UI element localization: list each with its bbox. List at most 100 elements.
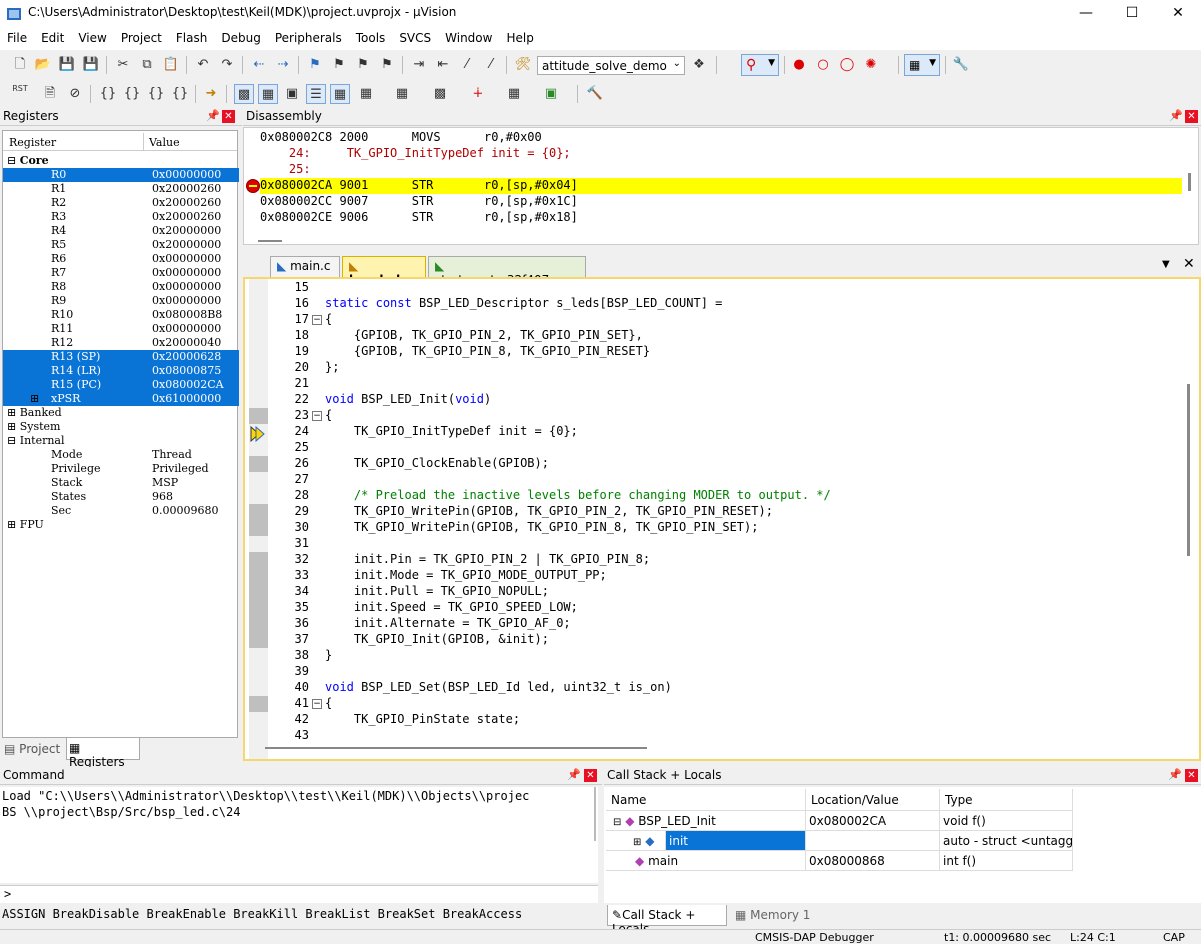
menu-debug[interactable]: Debug — [214, 28, 267, 45]
tree-internal[interactable]: ⊟ Internal — [7, 434, 65, 448]
close-icon[interactable]: ✕ — [1185, 769, 1198, 782]
code-line[interactable]: init.Pin = TK_GPIO_PIN_2 | TK_GPIO_PIN_8… — [325, 552, 1201, 568]
code-line[interactable]: {GPIOB, TK_GPIO_PIN_8, TK_GPIO_PIN_RESET… — [325, 344, 1201, 360]
disassembly-line[interactable]: 0x080002CE 9006 STR r0,[sp,#0x18] — [260, 210, 1198, 226]
menu-file[interactable]: File — [0, 28, 34, 45]
code-line[interactable]: { — [325, 696, 1201, 712]
register-row[interactable]: R7 0x00000000 — [3, 266, 239, 280]
disassembly-line[interactable]: 25: — [260, 162, 1198, 178]
pin-icon[interactable]: 📌 — [567, 768, 581, 781]
tree-banked[interactable]: ⊞ Banked — [7, 406, 62, 420]
register-value[interactable]: 0x20000628 — [152, 350, 221, 363]
tab-startup-s[interactable]: ◣ startup_stm32f407xx.s — [428, 256, 586, 287]
disassembly-line[interactable]: 0x080002CA 9001 STR r0,[sp,#0x04] — [260, 178, 1182, 194]
breakpoint-disable-all-icon[interactable]: ◯ — [837, 55, 857, 75]
code-line[interactable] — [325, 440, 1201, 456]
pin-icon[interactable]: 📌 — [1168, 768, 1182, 781]
code-line[interactable]: TK_GPIO_ClockEnable(GPIOB); — [325, 456, 1201, 472]
expand-icon[interactable]: ⊞ — [7, 406, 16, 419]
memory-window-icon[interactable]: ▦ — [392, 84, 412, 104]
save-all-icon[interactable]: 💾 — [81, 55, 101, 75]
code-line[interactable]: { — [325, 408, 1201, 424]
bookmark-icon[interactable]: ⚑ — [305, 55, 325, 75]
breakpoint-insert-icon[interactable]: ● — [789, 55, 809, 75]
target-select[interactable]: attitude_solve_demo ⌄ — [537, 56, 685, 75]
editor-scrollbar[interactable] — [1187, 384, 1190, 556]
menu-flash[interactable]: Flash — [169, 28, 214, 45]
tree-fpu[interactable]: ⊞ FPU — [7, 518, 44, 532]
register-row[interactable]: R4 0x20000000 — [3, 224, 239, 238]
comment-icon[interactable]: ⁄ — [457, 55, 477, 75]
editor-hscrollbar[interactable] — [265, 747, 647, 749]
undo-icon[interactable]: ↶ — [193, 55, 213, 75]
collapse-icon[interactable]: ⊟ — [7, 434, 16, 447]
tree-system[interactable]: ⊞ System — [7, 420, 60, 434]
code-line[interactable]: static const BSP_LED_Descriptor s_leds[B… — [325, 296, 1201, 312]
register-value[interactable]: 0x00000000 — [152, 294, 221, 307]
tab-bsp-led-c[interactable]: ◣ bsp_led.c — [342, 256, 426, 287]
close-editor-icon[interactable]: ✕ — [1183, 256, 1195, 272]
copy-icon[interactable]: ⧉ — [137, 55, 157, 75]
register-row[interactable]: R15 (PC) 0x080002CA — [3, 378, 239, 392]
register-value[interactable]: 0x00000000 — [152, 266, 221, 279]
register-value[interactable]: 0x080002CA — [152, 378, 224, 391]
callstack-row-name-selected[interactable]: init — [666, 831, 806, 851]
serial-window-icon[interactable]: ▩ — [430, 84, 450, 104]
register-value[interactable]: 0x20000040 — [152, 336, 221, 349]
disassembly-line[interactable]: 0x080002CC 9007 STR r0,[sp,#0x1C] — [260, 194, 1198, 210]
close-icon[interactable]: ✕ — [222, 110, 235, 123]
code-editor[interactable]: 15 16 static const BSP_LED_Descriptor s_le… — [243, 277, 1201, 761]
register-value[interactable]: 0x00000000 — [152, 168, 221, 181]
code-line[interactable]: init.Mode = TK_GPIO_MODE_OUTPUT_PP; — [325, 568, 1201, 584]
close-icon[interactable]: ✕ — [1185, 110, 1198, 123]
minimize-button[interactable]: — — [1063, 0, 1109, 28]
menu-edit[interactable]: Edit — [34, 28, 71, 45]
step-icon[interactable]: {} — [98, 84, 118, 104]
collapse-icon[interactable]: ⊟ — [7, 154, 16, 167]
register-value[interactable]: 0x20000260 — [152, 182, 221, 195]
register-value[interactable]: 0x08000875 — [152, 364, 221, 377]
bookmark-clear-icon[interactable]: ⚑ — [377, 55, 397, 75]
disassembly-hscrollbar[interactable] — [258, 240, 282, 242]
disassembly-line[interactable]: 24: TK_GPIO_InitTypeDef init = {0}; — [260, 146, 1198, 162]
register-row[interactable]: R3 0x20000260 — [3, 210, 239, 224]
stop-icon[interactable]: ⊘ — [65, 84, 85, 104]
paste-icon[interactable]: 📋 — [161, 55, 181, 75]
save-icon[interactable]: 💾 — [57, 55, 77, 75]
menu-help[interactable]: Help — [499, 28, 540, 45]
unindent-icon[interactable]: ⇤ — [433, 55, 453, 75]
col-type[interactable]: Type — [940, 789, 1073, 811]
tab-main-c[interactable]: ◣ main.c — [270, 256, 340, 277]
system-viewer-icon[interactable]: ▣ — [541, 84, 561, 104]
redo-icon[interactable]: ↷ — [217, 55, 237, 75]
menu-window[interactable]: Window — [438, 28, 499, 45]
code-line[interactable] — [325, 376, 1201, 392]
tab-project[interactable]: ▤ Project — [2, 739, 66, 759]
callstack-window-icon[interactable]: ▦ — [330, 84, 350, 104]
show-next-statement-icon[interactable]: ➜ — [201, 84, 221, 104]
register-row[interactable]: R12 0x20000040 — [3, 336, 239, 350]
tab-registers[interactable]: ▦ Registers — [66, 738, 140, 769]
code-line[interactable]: } — [325, 648, 1201, 664]
col-name[interactable]: Name — [606, 789, 806, 811]
register-value[interactable]: 0x00000000 — [152, 252, 221, 265]
cut-icon[interactable]: ✂ — [113, 55, 133, 75]
menu-project[interactable]: Project — [114, 28, 169, 45]
breakpoint-enable-icon[interactable]: ○ — [813, 55, 833, 75]
step-over-icon[interactable]: {} — [122, 84, 142, 104]
menu-view[interactable]: View — [71, 28, 113, 45]
code-line[interactable] — [325, 472, 1201, 488]
manage-components-icon[interactable]: ❖ — [689, 55, 709, 75]
register-row[interactable]: ⊞ xPSR 0x61000000 — [3, 392, 239, 406]
nav-back-icon[interactable]: ⇠ — [249, 55, 269, 75]
register-value[interactable]: 0x00000000 — [152, 280, 221, 293]
code-line[interactable]: void BSP_LED_Set(BSP_LED_Id led, uint32_… — [325, 680, 1201, 696]
register-row[interactable]: R11 0x00000000 — [3, 322, 239, 336]
register-row[interactable]: R6 0x00000000 — [3, 252, 239, 266]
code-line[interactable]: void BSP_LED_Init(void) — [325, 392, 1201, 408]
register-value[interactable]: 0x20000000 — [152, 224, 221, 237]
reset-icon[interactable]: RST — [10, 84, 30, 104]
register-row[interactable]: R0 0x00000000 — [3, 168, 239, 182]
code-line[interactable]: { — [325, 312, 1201, 328]
code-line[interactable]: TK_GPIO_WritePin(GPIOB, TK_GPIO_PIN_8, T… — [325, 520, 1201, 536]
